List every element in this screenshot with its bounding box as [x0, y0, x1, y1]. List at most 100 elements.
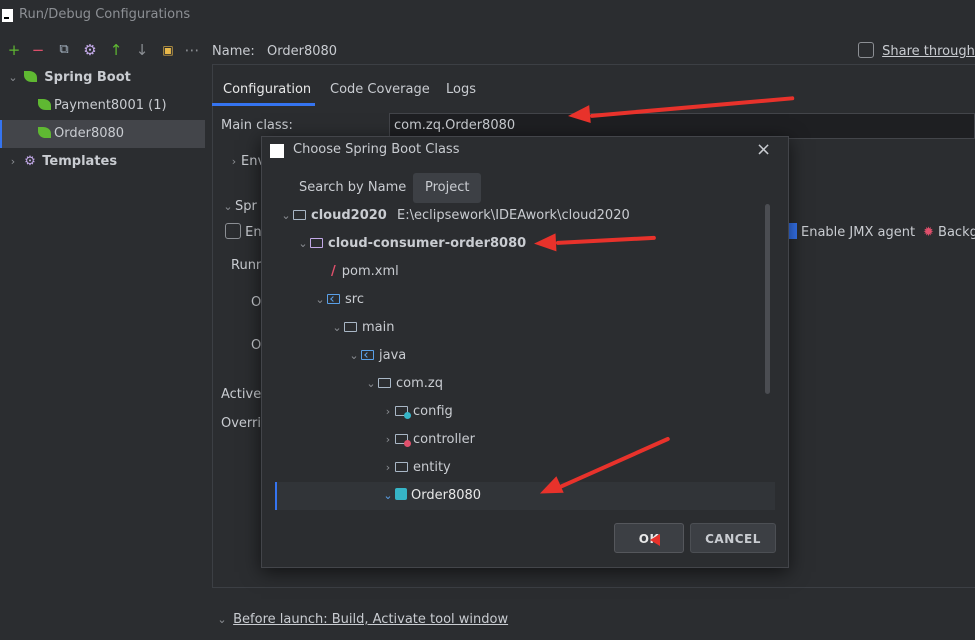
- chevron-down-icon: ⌄: [366, 377, 376, 390]
- background-compile[interactable]: ✹ Backg: [923, 219, 975, 247]
- ok-click-marker: [650, 534, 660, 546]
- tab-search-by-name[interactable]: Search by Name: [287, 173, 418, 203]
- title-bar: Run/Debug Configurations: [0, 0, 975, 32]
- config-package-icon: [395, 406, 411, 419]
- chevron-down-icon: ⌄: [281, 209, 291, 222]
- tree-item-order8080[interactable]: Order8080: [38, 120, 124, 148]
- node-label: cloud2020: [311, 208, 387, 223]
- tree-node-module[interactable]: ⌄ cloud-consumer-order8080: [275, 230, 775, 258]
- module-folder-icon: [310, 238, 323, 248]
- before-launch-section[interactable]: ⌄ Before launch: Build, Activate tool wi…: [215, 606, 508, 634]
- tree-item-label: Payment8001 (1): [54, 98, 167, 113]
- share-checkbox[interactable]: Share through V: [858, 38, 975, 66]
- checkbox-icon: [225, 223, 241, 239]
- name-field[interactable]: Order8080: [267, 38, 337, 66]
- option-1[interactable]: O: [251, 289, 261, 317]
- node-label: entity: [413, 460, 451, 475]
- node-label: config: [413, 404, 453, 419]
- runn-label: Runn: [231, 258, 265, 273]
- chevron-down-icon: ⌄: [349, 349, 359, 362]
- jmx-checkbox[interactable]: Enable JMX agent: [789, 219, 915, 247]
- move-up-icon[interactable]: ↑: [107, 41, 125, 59]
- window-title: Run/Debug Configurations: [19, 7, 191, 22]
- spring-boot-icon: [24, 71, 38, 82]
- chevron-right-icon: ›: [385, 405, 391, 418]
- tree-node-java[interactable]: ⌄ java: [275, 342, 775, 370]
- tree-node-entity[interactable]: › entity: [275, 454, 775, 482]
- move-down-icon[interactable]: ↓: [133, 41, 151, 59]
- chevron-right-icon: ›: [10, 155, 16, 168]
- chevron-down-icon: ⌄: [332, 321, 342, 334]
- tree-item-templates[interactable]: › ⚙ Templates: [6, 148, 117, 176]
- copy-icon[interactable]: ⧉: [55, 41, 73, 59]
- checkbox-icon: [858, 42, 874, 58]
- remove-icon[interactable]: −: [29, 41, 47, 59]
- checkbox-checked-icon: [789, 223, 797, 239]
- node-label: src: [345, 292, 364, 307]
- tree-node-main[interactable]: ⌄ main: [275, 314, 775, 342]
- name-label: Name:: [212, 44, 255, 59]
- ok-button[interactable]: OK: [614, 523, 684, 553]
- node-label: cloud-consumer-order8080: [328, 236, 527, 251]
- intellij-app-icon: [2, 9, 13, 22]
- tab-code-coverage[interactable]: Code Coverage: [330, 76, 430, 104]
- spr-label: Spr: [235, 199, 257, 214]
- tree-item-spring-boot[interactable]: ⌄ Spring Boot: [6, 64, 131, 92]
- annotation-arrowhead: [533, 233, 557, 253]
- folder-icon: [293, 210, 306, 220]
- tree-item-label: Templates: [42, 154, 118, 169]
- add-icon[interactable]: +: [5, 41, 23, 59]
- tree-node-order8080[interactable]: ⌄ Order8080: [275, 482, 775, 510]
- dialog-title: Choose Spring Boot Class: [293, 142, 460, 157]
- dialog-title-bar: Choose Spring Boot Class ×: [262, 137, 790, 165]
- chevron-right-icon: ›: [231, 155, 237, 168]
- enable-checkbox[interactable]: En: [225, 219, 262, 247]
- cancel-button[interactable]: CANCEL: [690, 523, 776, 553]
- gear-red-icon: ✹: [923, 225, 934, 240]
- tree-node-config[interactable]: › config: [275, 398, 775, 426]
- tree-item-label: Order8080: [54, 126, 125, 141]
- spring-boot-run-icon: [38, 127, 51, 138]
- option-2[interactable]: O: [251, 332, 261, 360]
- source-root-icon: [361, 350, 374, 360]
- more-icon[interactable]: ⋯: [183, 41, 201, 59]
- spring-class-icon: [395, 488, 407, 500]
- backg-label: Backg: [938, 225, 975, 240]
- close-icon[interactable]: ×: [756, 139, 771, 160]
- source-folder-icon: [327, 294, 340, 304]
- tree-node-controller[interactable]: › controller: [275, 426, 775, 454]
- maven-icon: /: [331, 264, 336, 279]
- chevron-down-icon: ⌄: [298, 237, 308, 250]
- node-label: main: [362, 320, 395, 335]
- wrench-icon: ⚙: [24, 154, 36, 169]
- new-folder-icon[interactable]: ▣: [159, 41, 177, 59]
- tree-node-src[interactable]: ⌄ src: [275, 286, 775, 314]
- chevron-down-icon: ⌄: [315, 293, 325, 306]
- chevron-down-icon: ⌄: [223, 200, 233, 213]
- tree-item-payment8001[interactable]: Payment8001 (1): [38, 92, 167, 120]
- annotation-arrowhead: [567, 105, 591, 125]
- gear-icon[interactable]: ⚙: [81, 41, 99, 59]
- tree-node-pom[interactable]: / pom.xml: [275, 258, 775, 286]
- config-toolbar: + − ⧉ ⚙ ↑ ↓ ▣ ⋯: [0, 36, 205, 64]
- tab-configuration[interactable]: Configuration: [223, 76, 311, 104]
- tab-logs[interactable]: Logs: [446, 76, 476, 104]
- chevron-right-icon: ›: [385, 461, 391, 474]
- before-launch-label: Before launch: Build, Activate tool wind…: [233, 612, 509, 627]
- tab-project[interactable]: Project: [413, 173, 482, 203]
- spring-section[interactable]: ⌄ Spr: [221, 193, 257, 221]
- node-label: java: [379, 348, 407, 363]
- tree-item-label: Spring Boot: [44, 70, 131, 85]
- chevron-right-icon: ›: [385, 433, 391, 446]
- controller-package-icon: [395, 434, 411, 447]
- node-path: E:\eclipsework\IDEAwork\cloud2020: [396, 208, 630, 223]
- chevron-down-icon: ⌄: [383, 489, 393, 502]
- tree-node-cloud2020[interactable]: ⌄ cloud2020 E:\eclipsework\IDEAwork\cloud…: [275, 202, 775, 230]
- folder-icon: [344, 322, 357, 332]
- package-icon: [378, 378, 391, 388]
- chevron-down-icon: ⌄: [8, 71, 18, 84]
- node-label: controller: [413, 432, 476, 447]
- tree-node-com-zq[interactable]: ⌄ com.zq: [275, 370, 775, 398]
- env-section[interactable]: › Env: [227, 148, 265, 176]
- node-label: pom.xml: [341, 264, 399, 279]
